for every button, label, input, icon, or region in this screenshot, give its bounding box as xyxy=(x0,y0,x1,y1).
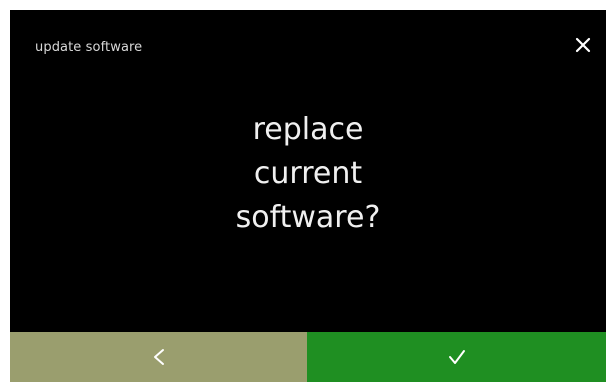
checkmark-icon xyxy=(448,350,465,364)
header-title: update software xyxy=(35,40,143,55)
footer-bar xyxy=(10,332,606,382)
chevron-left-icon xyxy=(153,349,164,365)
back-button[interactable] xyxy=(10,332,307,382)
message-line-3: software? xyxy=(235,200,381,235)
confirm-button[interactable] xyxy=(307,332,606,382)
message-line-1: replace xyxy=(252,112,364,147)
message-line-2: current xyxy=(253,156,363,191)
confirmation-message: replace current software? xyxy=(10,108,606,240)
close-button[interactable] xyxy=(570,32,596,58)
close-icon xyxy=(575,37,591,53)
screen: update software replace current software… xyxy=(10,10,606,382)
